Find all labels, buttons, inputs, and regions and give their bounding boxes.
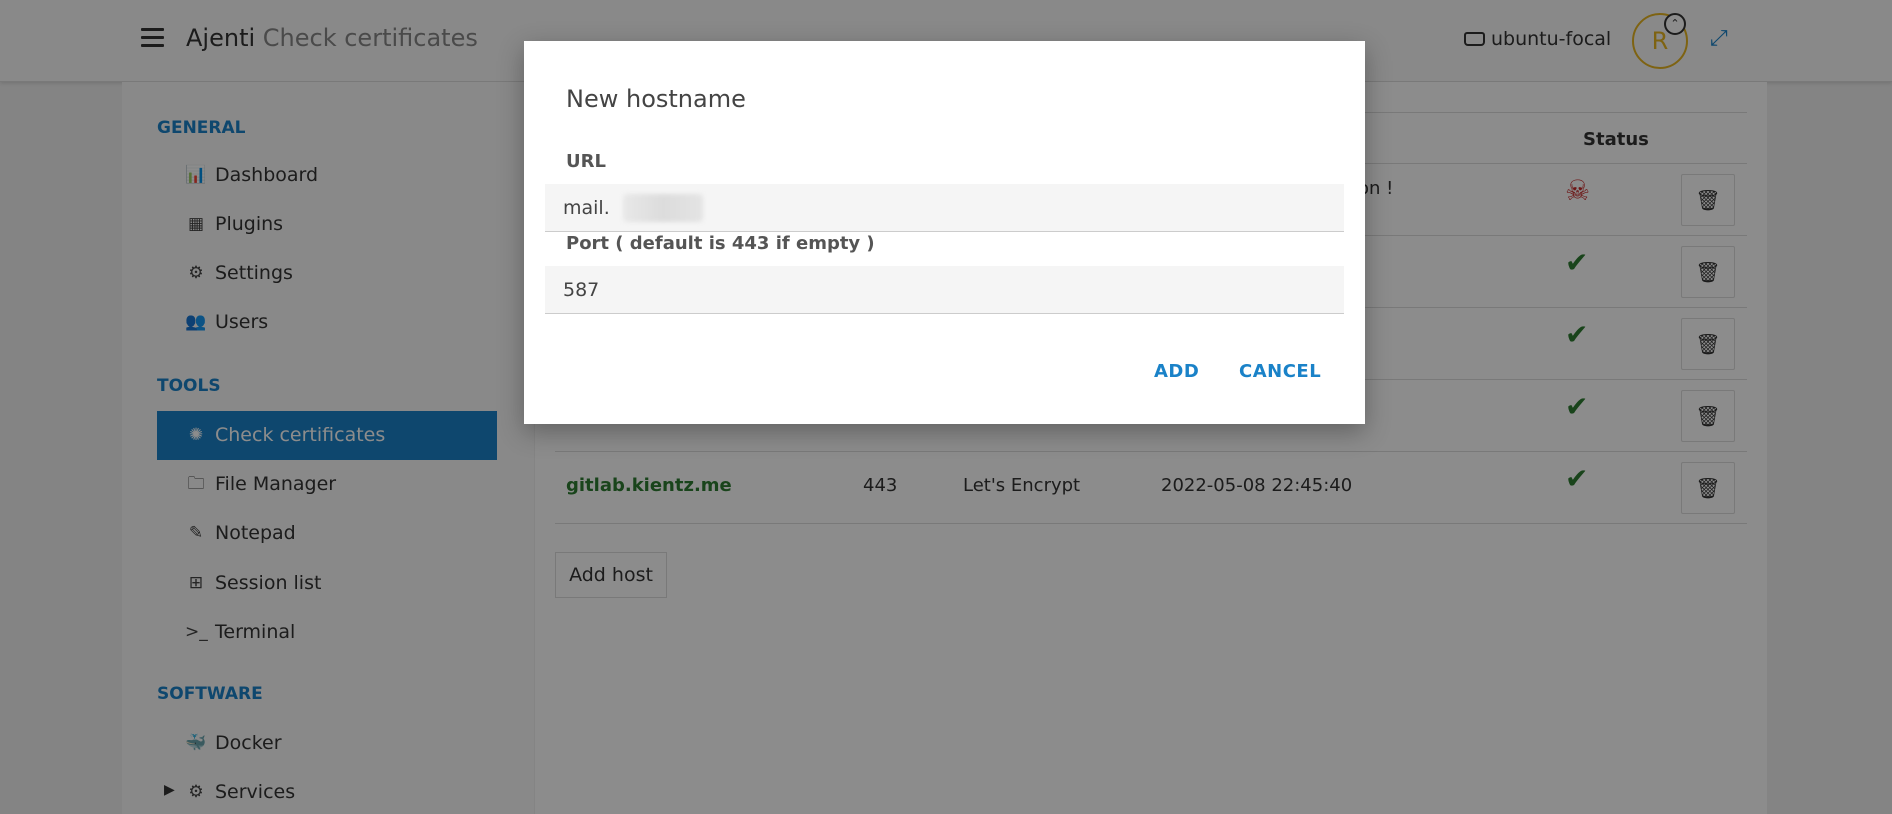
redacted-text: [623, 194, 703, 222]
url-value: mail.: [563, 197, 610, 219]
url-input[interactable]: mail.: [545, 184, 1344, 232]
port-label: Port ( default is 443 if empty ): [566, 233, 875, 254]
new-hostname-dialog: New hostname URL mail. Port ( default is…: [524, 41, 1365, 424]
cancel-button[interactable]: CANCEL: [1239, 361, 1321, 382]
dialog-title: New hostname: [566, 85, 746, 113]
url-label: URL: [566, 151, 606, 172]
add-button[interactable]: ADD: [1154, 361, 1199, 382]
port-input[interactable]: 587: [545, 266, 1344, 314]
port-value: 587: [563, 279, 600, 301]
